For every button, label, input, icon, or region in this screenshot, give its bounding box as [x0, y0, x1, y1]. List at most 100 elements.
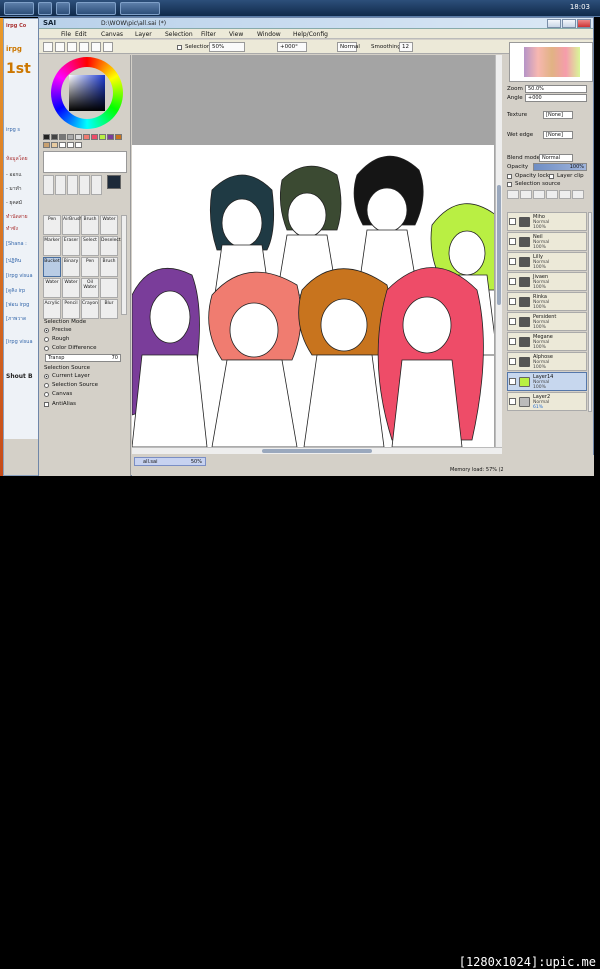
bg-line[interactable]: [Shana : [6, 241, 40, 247]
canvas-viewport[interactable] [132, 55, 502, 447]
tool-binary[interactable]: Binary [62, 257, 80, 277]
transp-slider[interactable]: Transp 70 [45, 354, 121, 362]
minimize-button[interactable] [547, 19, 561, 28]
blend-mode-select[interactable]: Normal [337, 42, 360, 52]
selection-checkbox[interactable] [177, 45, 182, 50]
browser-icon[interactable] [38, 2, 52, 15]
magic-wand-icon[interactable] [55, 175, 66, 195]
tool-select[interactable]: Select [81, 236, 99, 256]
start-button[interactable] [4, 2, 34, 15]
close-button[interactable] [577, 19, 591, 28]
tool-brush[interactable]: Brush [81, 215, 99, 235]
canvas-tab[interactable]: all.sai 50% [134, 457, 206, 466]
menu-filter[interactable]: Filter [201, 31, 216, 38]
tool-acrylic[interactable]: Acrylic [43, 299, 61, 319]
checkbox-icon[interactable] [507, 181, 512, 187]
layer-item[interactable]: Neil Normal 100% [507, 232, 587, 251]
menu-help-config[interactable]: Help/Config [293, 31, 328, 38]
horizontal-scrollbar[interactable] [132, 447, 502, 454]
visibility-icon[interactable] [509, 358, 516, 365]
zoom-slider[interactable]: 50.0% [525, 85, 587, 93]
selection-source-option[interactable]: Selection source [507, 181, 560, 187]
toolbar-icon[interactable] [43, 42, 53, 52]
tool-empty[interactable] [100, 278, 118, 298]
layer-item[interactable]: Rinka Normal 100% [507, 292, 587, 311]
bg-line[interactable]: irpg s [6, 127, 40, 133]
layer-clip-option[interactable]: Layer clip [549, 173, 584, 179]
tool-brush-2[interactable]: Brush [100, 257, 118, 277]
menu-layer[interactable]: Layer [135, 31, 152, 38]
radio-icon[interactable] [44, 391, 49, 397]
blend-mode-select[interactable]: Normal [539, 154, 573, 162]
radio-icon[interactable] [44, 382, 49, 388]
color-wheel[interactable] [51, 57, 123, 129]
scratchpad[interactable] [43, 151, 127, 173]
canvas-paper[interactable] [132, 145, 494, 447]
mode-precise[interactable]: Precise [44, 327, 72, 333]
layer-item[interactable]: Layer2 Normal 61% [507, 392, 587, 411]
layer-item[interactable]: Lilly Normal 100% [507, 252, 587, 271]
checkbox-icon[interactable] [549, 173, 554, 179]
angle-field[interactable]: +000° [277, 42, 307, 52]
bg-line[interactable]: [irpg visua [6, 273, 40, 279]
visibility-icon[interactable] [509, 338, 516, 345]
visibility-icon[interactable] [509, 318, 516, 325]
rotate-icon[interactable] [91, 175, 102, 195]
move-icon[interactable] [67, 175, 78, 195]
bg-line[interactable]: - ออกแ [6, 171, 40, 179]
mode-color-difference[interactable]: Color Difference [44, 345, 96, 351]
toolbar-icon[interactable] [79, 42, 89, 52]
visibility-icon[interactable] [509, 398, 516, 405]
scroll-thumb[interactable] [262, 449, 372, 453]
tool-deselect[interactable]: Deselect [100, 236, 121, 256]
radio-icon[interactable] [44, 327, 49, 333]
delete-layer-icon[interactable] [572, 190, 584, 199]
opacity-lock-option[interactable]: Opacity lock [507, 173, 549, 179]
toolbar-icon[interactable] [55, 42, 65, 52]
lasso-icon[interactable] [43, 175, 54, 195]
layer-item[interactable]: Persident Normal 100% [507, 312, 587, 331]
source-current-layer[interactable]: Current Layer [44, 373, 90, 379]
toolbar-icon[interactable] [67, 42, 77, 52]
tool-water-2[interactable]: Water [43, 278, 61, 298]
layer-item[interactable]: Miho Normal 100% [507, 212, 587, 231]
visibility-icon[interactable] [509, 258, 516, 265]
menu-canvas[interactable]: Canvas [101, 31, 123, 38]
swatch-row[interactable] [43, 134, 122, 140]
checkbox-icon[interactable] [507, 173, 512, 179]
bg-line[interactable]: [ปฏิทิน [6, 257, 40, 265]
radio-icon[interactable] [44, 373, 49, 379]
bg-line[interactable]: [irpg visua [6, 339, 40, 345]
merge-layer-icon[interactable] [546, 190, 558, 199]
texture-select[interactable]: [None] [543, 111, 573, 119]
tool-blur[interactable]: Blur [100, 299, 118, 319]
layer-item[interactable]: Megane Normal 100% [507, 332, 587, 351]
saturation-value-square[interactable] [69, 75, 105, 111]
menu-edit[interactable]: Edit [75, 31, 87, 38]
primary-color[interactable] [107, 175, 121, 189]
visibility-icon[interactable] [509, 238, 516, 245]
tool-pencil[interactable]: Pencil [62, 299, 80, 319]
tool-water-3[interactable]: Water [62, 278, 80, 298]
toolbar-icon[interactable] [91, 42, 101, 52]
smoothing-field[interactable]: 12 [399, 42, 413, 52]
visibility-icon[interactable] [509, 298, 516, 305]
swatch-row[interactable] [43, 142, 82, 148]
background-browser-window[interactable]: irpg Co irpg 1st irpg s ห้อมูลโดย - ออกแ… [3, 18, 41, 476]
clear-layer-icon[interactable] [559, 190, 571, 199]
source-selection-source[interactable]: Selection Source [44, 382, 98, 388]
tool-pen[interactable]: Pen [43, 215, 61, 235]
visibility-icon[interactable] [509, 378, 516, 385]
tool-bucket[interactable]: Bucket [43, 257, 61, 277]
bg-line[interactable]: - ยุคสมั [6, 199, 40, 207]
bg-line[interactable]: - มาทำ [6, 185, 40, 193]
mode-rough[interactable]: Rough [44, 336, 69, 342]
angle-slider[interactable]: +000 [525, 94, 587, 102]
visibility-icon[interactable] [509, 278, 516, 285]
tool-eraser[interactable]: Eraser [62, 236, 80, 256]
layer-item[interactable]: Alphose Normal 100% [507, 352, 587, 371]
menu-file[interactable]: File [61, 31, 71, 38]
tool-oil-water[interactable]: Oil Water [81, 278, 99, 298]
source-canvas[interactable]: Canvas [44, 391, 72, 397]
maximize-button[interactable] [562, 19, 576, 28]
